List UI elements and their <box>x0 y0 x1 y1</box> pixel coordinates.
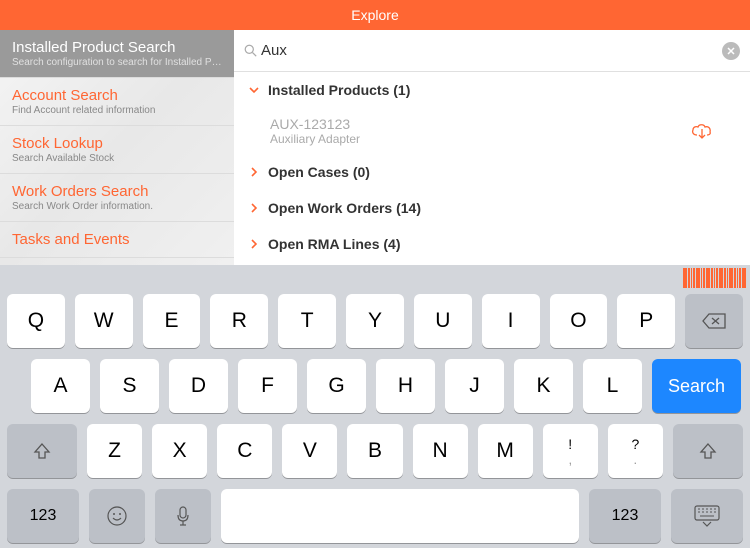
result-sub: Auxiliary Adapter <box>270 132 360 146</box>
key-y[interactable]: Y <box>346 294 404 348</box>
key-g[interactable]: G <box>307 359 366 413</box>
key-i[interactable]: I <box>482 294 540 348</box>
key-emoji[interactable] <box>89 489 145 543</box>
key-backspace[interactable] <box>685 294 743 348</box>
key-space[interactable] <box>221 489 579 543</box>
key-top: ? <box>631 437 639 451</box>
key-period[interactable]: ? . <box>608 424 663 478</box>
section-label: Open Cases (0) <box>268 164 370 180</box>
key-r[interactable]: R <box>210 294 268 348</box>
key-a[interactable]: A <box>31 359 90 413</box>
result-title: AUX-123123 <box>270 116 360 132</box>
keyboard-top-bar <box>0 265 750 290</box>
key-b[interactable]: B <box>347 424 402 478</box>
key-shift-left[interactable] <box>7 424 77 478</box>
sidebar-item-label: Installed Product Search <box>12 39 222 56</box>
header-title: Explore <box>351 7 398 23</box>
key-j[interactable]: J <box>445 359 504 413</box>
barcode-icon[interactable] <box>683 268 746 288</box>
key-f[interactable]: F <box>238 359 297 413</box>
section-open-work-orders[interactable]: Open Work Orders (14) <box>234 190 750 226</box>
result-text: AUX-123123 Auxiliary Adapter <box>270 116 360 146</box>
sidebar-item-sub: Search Available Stock <box>12 153 222 164</box>
section-installed-products[interactable]: Installed Products (1) <box>234 72 750 108</box>
key-shift-right[interactable] <box>673 424 743 478</box>
result-item[interactable]: AUX-123123 Auxiliary Adapter <box>234 108 750 154</box>
key-v[interactable]: V <box>282 424 337 478</box>
key-x[interactable]: X <box>152 424 207 478</box>
clear-search-button[interactable] <box>722 42 740 60</box>
chevron-right-icon <box>248 238 260 250</box>
key-c[interactable]: C <box>217 424 272 478</box>
main-panel: Installed Products (1) AUX-123123 Auxili… <box>234 30 750 265</box>
app-header: Explore <box>0 0 750 30</box>
key-l[interactable]: L <box>583 359 642 413</box>
sidebar-item-label: Account Search <box>12 87 222 104</box>
chevron-down-icon <box>248 84 260 96</box>
search-row <box>234 30 750 72</box>
sidebar-item-sub: Search Work Order information. <box>12 201 222 212</box>
keyboard-rows: Q W E R T Y U I O P A S D F G H J K L Se… <box>0 290 750 548</box>
section-label: Open RMA Lines (4) <box>268 236 401 252</box>
key-z[interactable]: Z <box>87 424 142 478</box>
cloud-download-icon[interactable] <box>690 121 714 141</box>
sidebar-item-installed-product-search[interactable]: Installed Product Search Search configur… <box>0 30 234 78</box>
key-o[interactable]: O <box>550 294 608 348</box>
sidebar-item-label: Tasks and Events <box>12 231 222 248</box>
key-top: ! <box>568 437 572 451</box>
chevron-right-icon <box>248 202 260 214</box>
key-s[interactable]: S <box>100 359 159 413</box>
key-numbers-right[interactable]: 123 <box>589 489 661 543</box>
search-icon <box>244 44 257 57</box>
sidebar-item-sub: Find Account related information <box>12 105 222 116</box>
section-label: Open Work Orders (14) <box>268 200 421 216</box>
keyboard-row-1: Q W E R T Y U I O P <box>5 294 745 348</box>
keyboard-row-2: A S D F G H J K L Search <box>5 359 745 413</box>
keyboard: Q W E R T Y U I O P A S D F G H J K L Se… <box>0 265 750 548</box>
key-bot: . <box>634 453 638 466</box>
key-d[interactable]: D <box>169 359 228 413</box>
key-m[interactable]: M <box>478 424 533 478</box>
chevron-right-icon <box>248 166 260 178</box>
key-p[interactable]: P <box>617 294 675 348</box>
key-dismiss-keyboard[interactable] <box>671 489 743 543</box>
sidebar-item-label: Work Orders Search <box>12 183 222 200</box>
sidebar-item-work-orders-search[interactable]: Work Orders Search Search Work Order inf… <box>0 174 234 222</box>
keyboard-row-3: Z X C V B N M ! , ? . <box>5 424 745 478</box>
content-area: Installed Product Search Search configur… <box>0 30 750 265</box>
sidebar-item-stock-lookup[interactable]: Stock Lookup Search Available Stock <box>0 126 234 174</box>
section-open-rma-lines[interactable]: Open RMA Lines (4) <box>234 226 750 262</box>
key-n[interactable]: N <box>413 424 468 478</box>
key-e[interactable]: E <box>143 294 201 348</box>
sidebar-item-tasks-events[interactable]: Tasks and Events <box>0 222 234 258</box>
key-k[interactable]: K <box>514 359 573 413</box>
key-bot: , <box>568 453 572 466</box>
key-search[interactable]: Search <box>652 359 741 413</box>
key-numbers-left[interactable]: 123 <box>7 489 79 543</box>
key-w[interactable]: W <box>75 294 133 348</box>
section-open-cases[interactable]: Open Cases (0) <box>234 154 750 190</box>
key-t[interactable]: T <box>278 294 336 348</box>
keyboard-row-4: 123 123 <box>5 489 745 543</box>
sidebar-item-sub: Search configuration to search for Insta… <box>12 57 222 68</box>
sidebar: Installed Product Search Search configur… <box>0 30 234 265</box>
section-label: Installed Products (1) <box>268 82 410 98</box>
key-dictation[interactable] <box>155 489 211 543</box>
sidebar-item-label: Stock Lookup <box>12 135 222 152</box>
search-input[interactable] <box>261 42 722 59</box>
key-comma[interactable]: ! , <box>543 424 598 478</box>
key-q[interactable]: Q <box>7 294 65 348</box>
key-u[interactable]: U <box>414 294 472 348</box>
sidebar-item-account-search[interactable]: Account Search Find Account related info… <box>0 78 234 126</box>
key-h[interactable]: H <box>376 359 435 413</box>
